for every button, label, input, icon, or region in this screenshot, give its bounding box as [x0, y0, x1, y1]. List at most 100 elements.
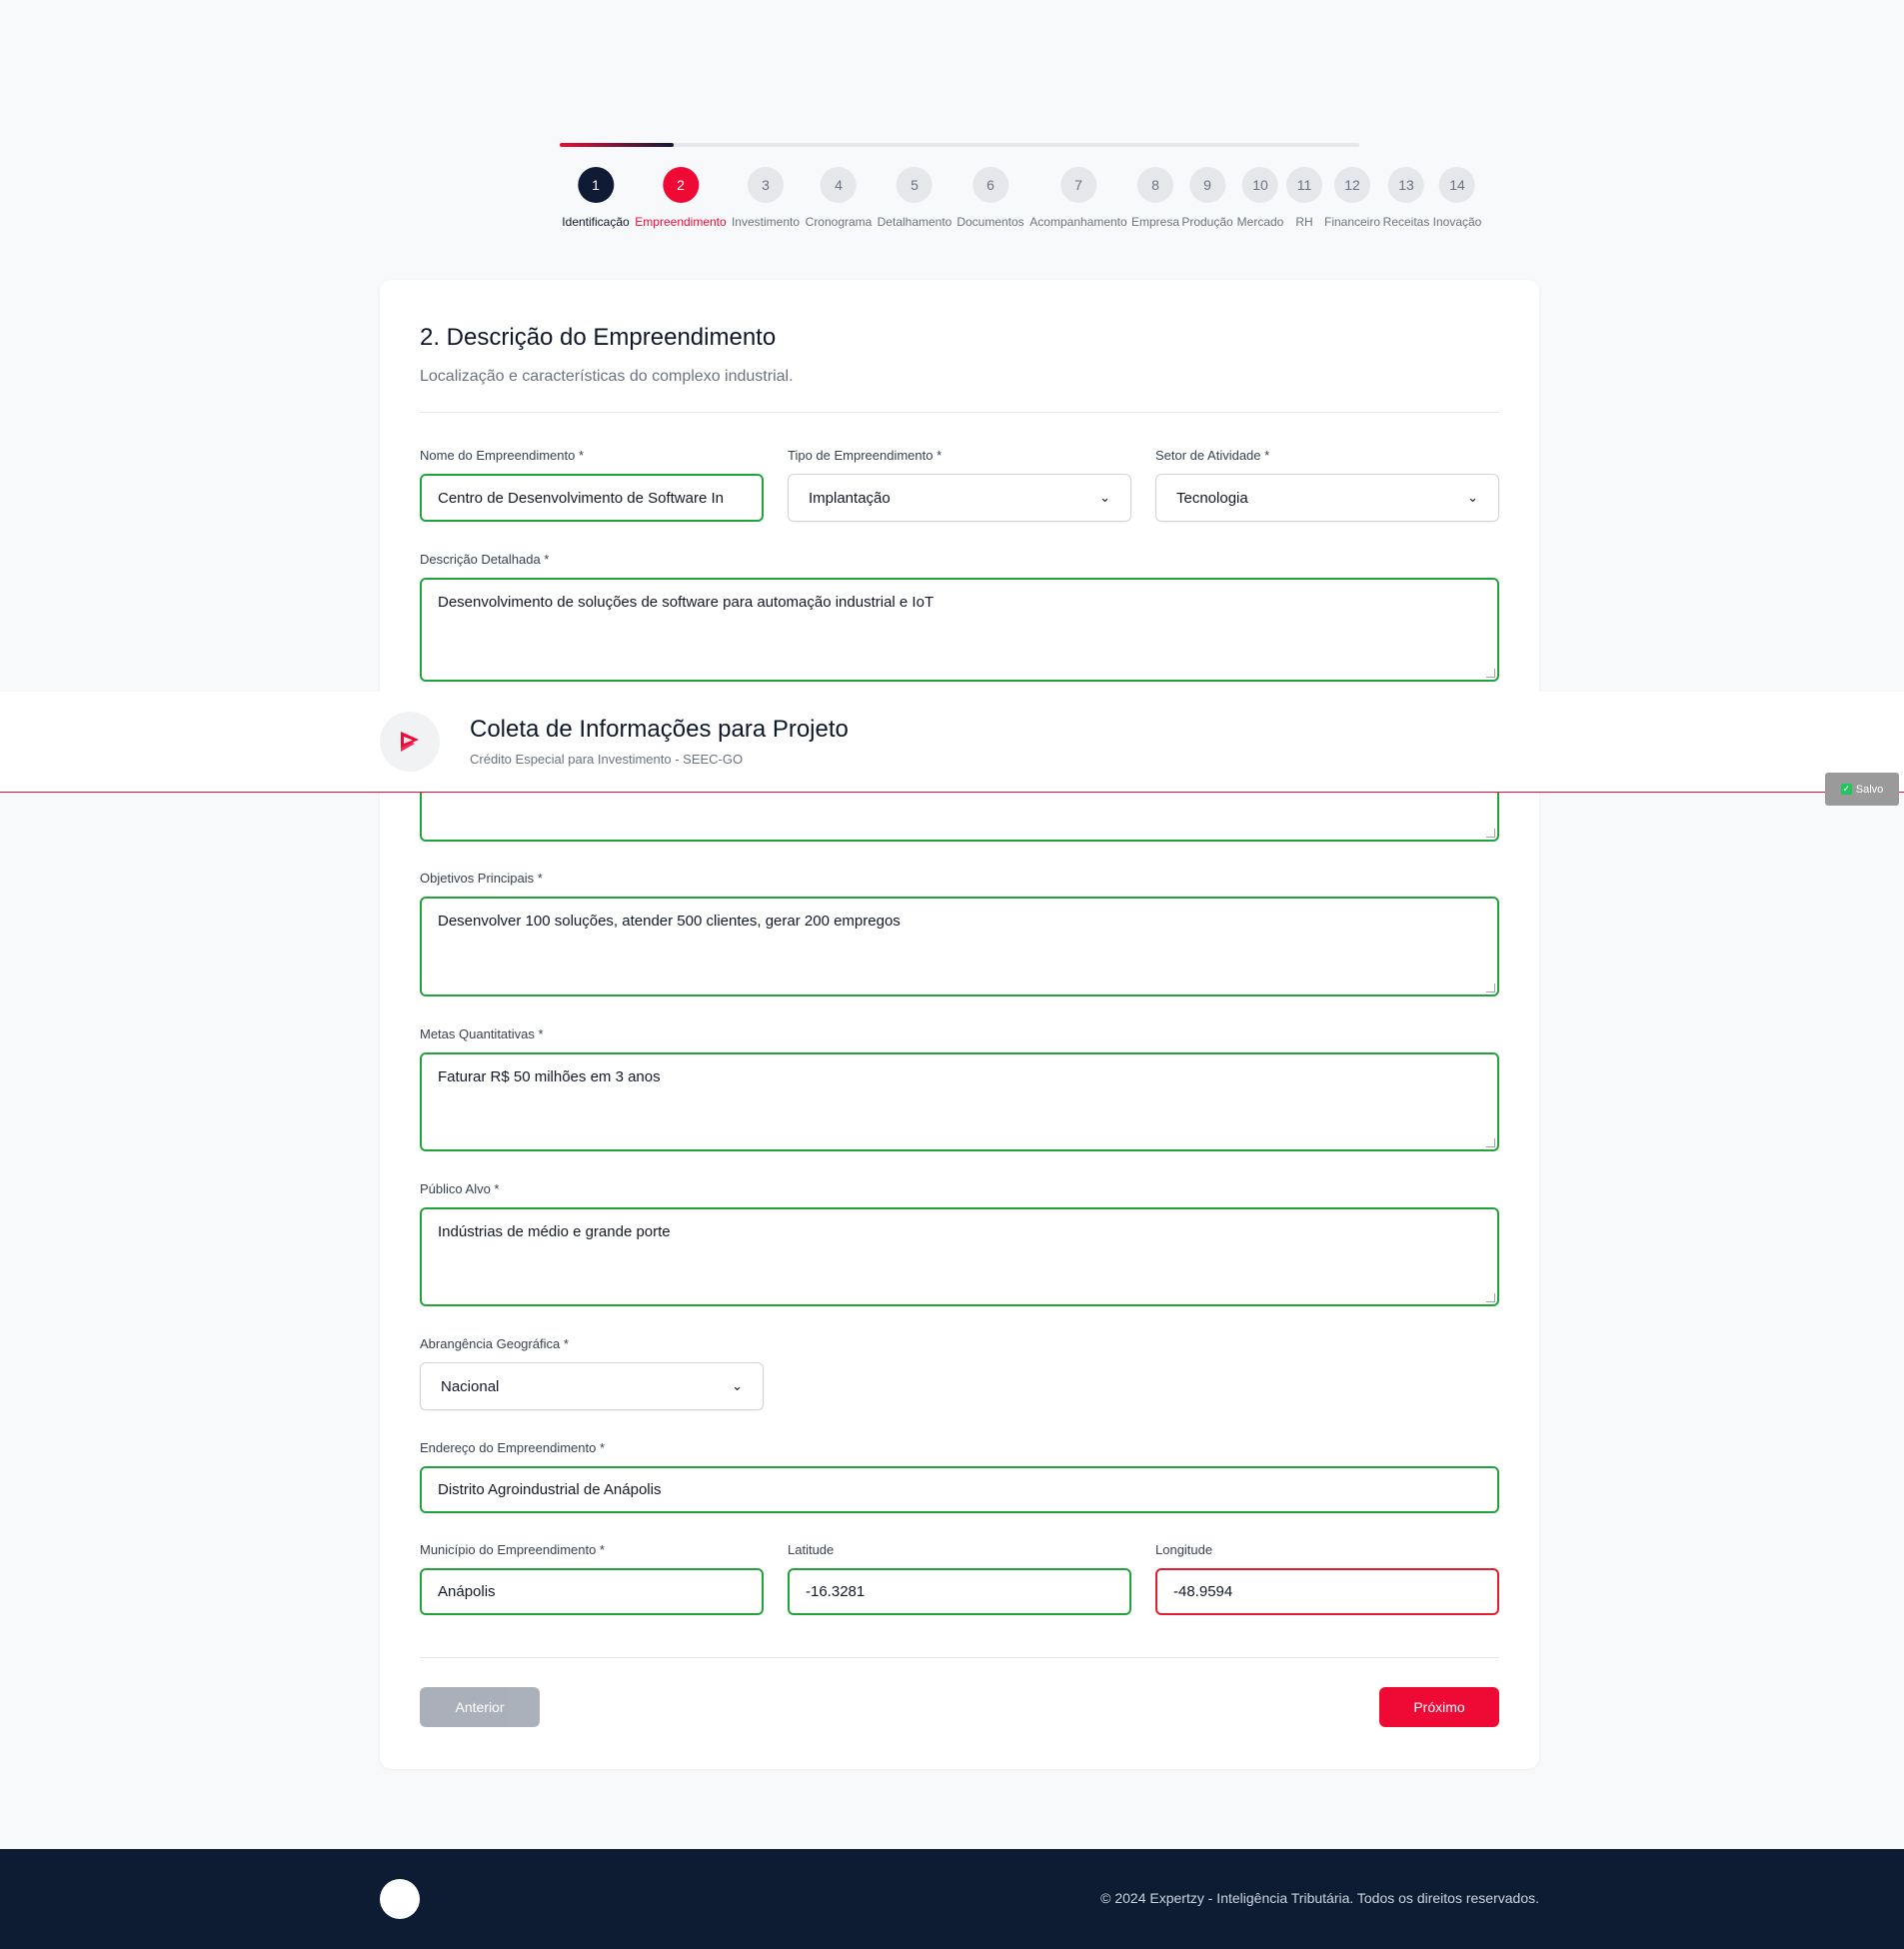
step-label: Acompanhamento [1029, 215, 1127, 229]
resize-handle[interactable] [1486, 1293, 1495, 1302]
step-10[interactable]: 10 Mercado [1236, 167, 1284, 229]
step-circle: 10 [1242, 167, 1278, 203]
logo [380, 712, 440, 772]
previous-button[interactable]: Anterior [420, 1687, 540, 1727]
resize-handle[interactable] [1486, 983, 1495, 992]
step-circle: 9 [1189, 167, 1225, 203]
latitude-input[interactable]: -16.3281 [788, 1568, 1131, 1615]
next-button[interactable]: Próximo [1379, 1687, 1499, 1727]
step-indicator: 1 Identificação 2 Empreendimento 3 Inves… [560, 167, 1484, 237]
footer: © 2024 Expertzy - Inteligência Tributári… [0, 1849, 1904, 1949]
step-circle: 6 [972, 167, 1008, 203]
tipo-empreendimento-select[interactable]: Implantação ⌄ [788, 474, 1131, 522]
step-label: Produção [1181, 215, 1233, 229]
step-14[interactable]: 14 Inovação [1432, 167, 1482, 229]
step-circle: 7 [1060, 167, 1096, 203]
step-circle: 13 [1388, 167, 1424, 203]
step-label: RH [1295, 215, 1313, 229]
field-value: Desenvolvimento de soluções de software … [438, 594, 935, 611]
resize-handle[interactable] [1486, 829, 1495, 838]
divider [420, 1657, 1499, 1658]
step-1[interactable]: 1 Identificação [562, 167, 630, 229]
progress-fill [560, 143, 675, 147]
setor-label: Setor de Atividade * [1155, 448, 1270, 463]
publico-alvo-textarea[interactable]: Indústrias de médio e grande porte [420, 1207, 1499, 1306]
app-header: Coleta de Informações para Projeto Crédi… [0, 692, 1904, 793]
progress-track [560, 143, 1359, 147]
field-value: Anápolis [438, 1583, 496, 1600]
metas-label: Metas Quantitativas * [420, 1026, 544, 1041]
header-subtitle: Crédito Especial para Investimento - SEE… [470, 752, 744, 767]
step-label: Cronograma [805, 215, 873, 229]
publico-label: Público Alvo * [420, 1181, 500, 1196]
saved-label: Salvo [1855, 783, 1884, 796]
objetivos-textarea[interactable]: Desenvolver 100 soluções, atender 500 cl… [420, 897, 1499, 996]
step-circle: 12 [1334, 167, 1370, 203]
section-subtitle: Localização e características do complex… [420, 368, 794, 385]
descricao-label: Descrição Detalhada * [420, 552, 550, 567]
metas-textarea[interactable]: Faturar R$ 50 milhões em 3 anos [420, 1052, 1499, 1151]
footer-logo [380, 1879, 420, 1919]
field-value: -16.3281 [806, 1583, 866, 1600]
step-label: Investimento [731, 215, 801, 229]
step-circle: 3 [747, 167, 784, 203]
section-title: 2. Descrição do Empreendimento [420, 324, 777, 351]
divider [420, 412, 1499, 413]
step-9[interactable]: 9 Produção [1181, 167, 1233, 229]
step-label: Detalhamento [877, 215, 952, 229]
municipio-input[interactable]: Anápolis [420, 1568, 764, 1615]
endereco-input[interactable]: Distrito Agroindustrial de Anápolis [420, 1466, 1499, 1513]
step-11[interactable]: 11 RH [1286, 167, 1322, 229]
descricao-textarea[interactable]: Desenvolvimento de soluções de software … [420, 578, 1499, 682]
logo-icon [401, 732, 419, 752]
step-label: Identificação [562, 215, 630, 229]
step-label: Inovação [1432, 215, 1482, 229]
step-label: Receitas [1382, 215, 1430, 229]
step-4[interactable]: 4 Cronograma [805, 167, 873, 229]
setor-atividade-select[interactable]: Tecnologia ⌄ [1155, 474, 1499, 522]
field-value: -48.9594 [1173, 1583, 1233, 1600]
step-circle: 1 [577, 167, 614, 203]
municipio-label: Município do Empreendimento * [420, 1542, 605, 1557]
field-value: Desenvolver 100 soluções, atender 500 cl… [438, 913, 901, 930]
step-3[interactable]: 3 Investimento [732, 167, 800, 229]
field-value: Centro de Desenvolvimento de Software In [438, 489, 724, 507]
step-label: Financeiro [1323, 215, 1381, 229]
objetivos-label: Objetivos Principais * [420, 871, 543, 886]
endereco-label: Endereço do Empreendimento * [420, 1440, 606, 1455]
resize-handle[interactable] [1486, 669, 1495, 678]
step-7[interactable]: 7 Acompanhamento [1029, 167, 1127, 229]
step-8[interactable]: 8 Empresa [1131, 167, 1179, 229]
select-value: Tecnologia [1176, 489, 1248, 507]
nome-label: Nome do Empreendimento * [420, 448, 585, 463]
step-6[interactable]: 6 Documentos [956, 167, 1024, 229]
step-label: Empresa [1130, 215, 1180, 229]
resize-handle[interactable] [1486, 1138, 1495, 1147]
step-13[interactable]: 13 Receitas [1382, 167, 1430, 229]
step-2[interactable]: 2 Empreendimento [635, 167, 727, 229]
field-value: Faturar R$ 50 milhões em 3 anos [438, 1068, 661, 1085]
latitude-label: Latitude [788, 1542, 835, 1557]
field-value: Indústrias de médio e grande porte [438, 1223, 671, 1240]
nome-empreendimento-input[interactable]: Centro de Desenvolvimento de Software In [420, 474, 764, 522]
step-5[interactable]: 5 Detalhamento [878, 167, 952, 229]
step-circle: 2 [662, 167, 699, 203]
select-value: Nacional [441, 1377, 500, 1395]
abrangencia-label: Abrangência Geográfica * [420, 1336, 569, 1351]
step-label: Mercado [1236, 215, 1284, 229]
step-circle: 5 [897, 167, 933, 203]
longitude-input[interactable]: -48.9594 [1155, 1568, 1499, 1615]
check-icon: ✓ [1840, 784, 1852, 795]
step-12[interactable]: 12 Financeiro [1324, 167, 1380, 229]
header-title: Coleta de Informações para Projeto [470, 716, 849, 743]
saved-indicator: ✓ Salvo [1825, 773, 1899, 806]
step-label: Empreendimento [635, 215, 727, 229]
step-circle: 4 [820, 167, 857, 203]
tipo-label: Tipo de Empreendimento * [788, 448, 943, 463]
step-circle: 14 [1438, 167, 1475, 203]
longitude-label: Longitude [1155, 1542, 1213, 1557]
step-label: Documentos [956, 215, 1024, 229]
footer-copyright: © 2024 Expertzy - Inteligência Tributári… [1100, 1890, 1539, 1906]
abrangencia-select[interactable]: Nacional ⌄ [420, 1362, 764, 1410]
chevron-down-icon: ⌄ [1467, 490, 1478, 505]
